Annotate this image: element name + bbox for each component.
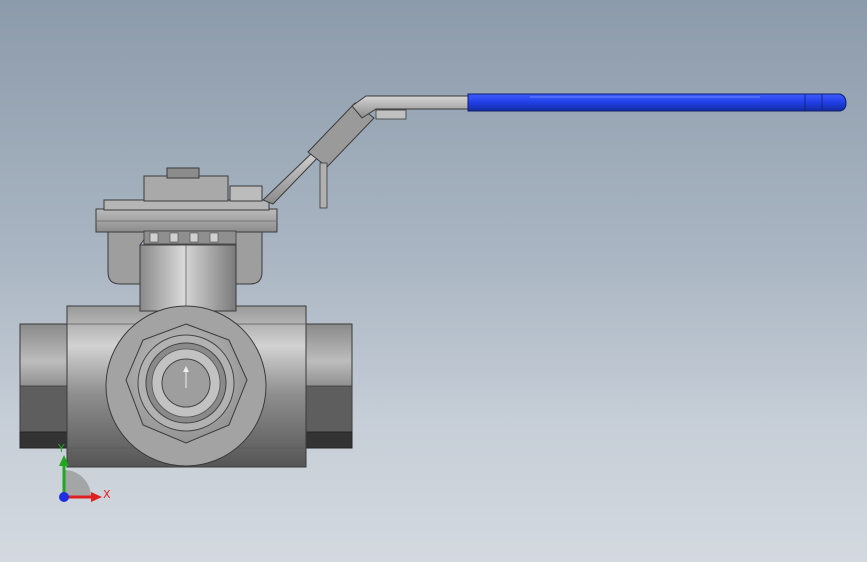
handle-grip[interactable] [467,93,847,112]
z-axis-dot [59,492,69,502]
cad-viewport[interactable]: X Y [0,0,867,562]
lever-arm [262,95,471,209]
stop-plate [143,167,263,202]
right-port [303,323,353,449]
y-axis-label: Y [58,442,65,455]
three-way-ball-valve-model[interactable] [0,0,867,562]
front-port-hex [105,305,267,467]
triad-plane [64,470,91,497]
left-port [19,323,69,449]
stem-neck [139,244,237,312]
x-axis-label: X [103,488,111,501]
